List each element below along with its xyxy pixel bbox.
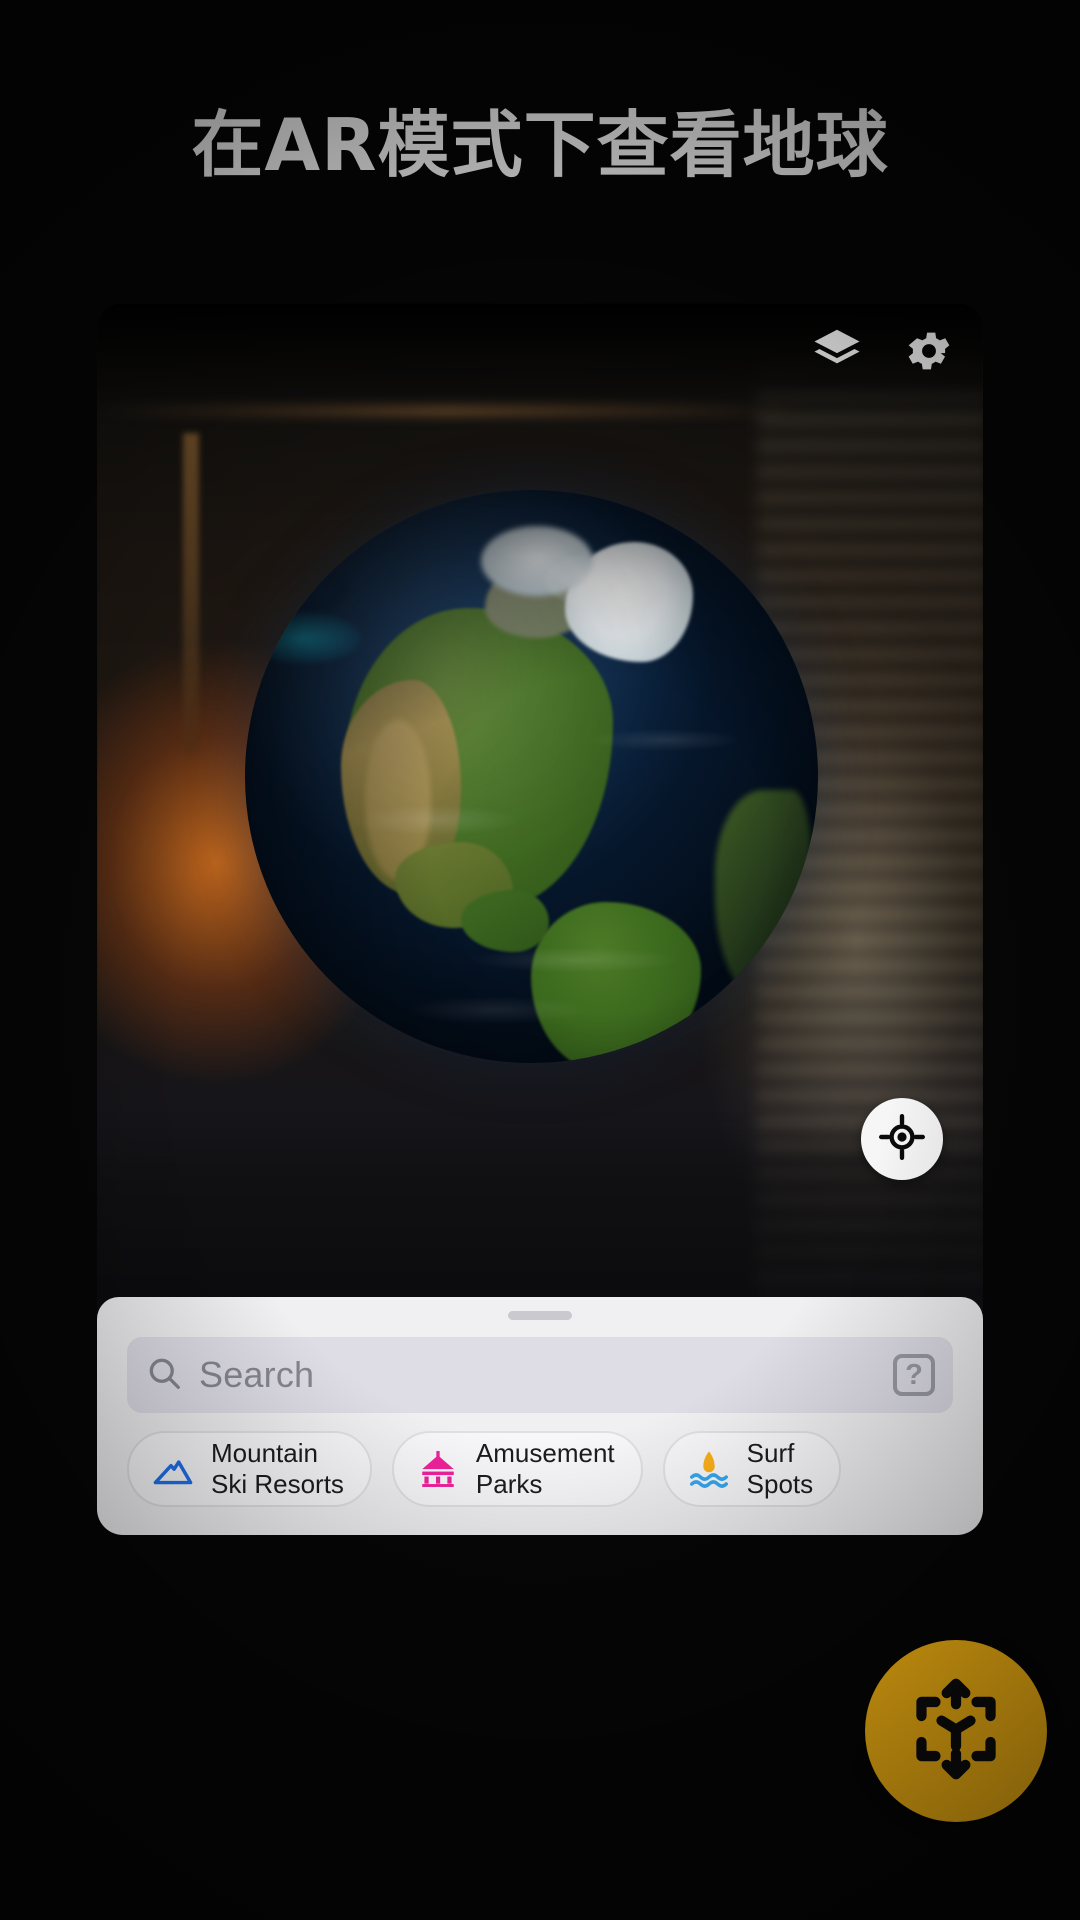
- sheet-drag-handle[interactable]: [508, 1311, 572, 1320]
- search-icon: [145, 1354, 183, 1397]
- search-input[interactable]: Search: [199, 1354, 877, 1396]
- mountain-icon: [151, 1447, 195, 1491]
- chip-label-line2: Spots: [746, 1469, 814, 1499]
- gear-icon[interactable]: [903, 325, 955, 377]
- crosshair-icon: [878, 1113, 926, 1166]
- device-mockup: mapbox Search: [97, 303, 983, 1535]
- ar-mode-button[interactable]: [865, 1640, 1047, 1822]
- surf-icon: [687, 1447, 731, 1491]
- map-control-bar: [811, 325, 955, 377]
- chip-label: Mountain Ski Resorts: [211, 1438, 344, 1499]
- chip-surf-spots[interactable]: Surf Spots: [662, 1431, 842, 1507]
- chip-label-line1: Mountain: [211, 1438, 318, 1469]
- globe-sphere: [245, 490, 818, 1063]
- chip-mountain-ski-resorts[interactable]: Mountain Ski Resorts: [127, 1431, 372, 1507]
- chip-label-line2: Parks: [475, 1469, 543, 1499]
- category-chip-list: Mountain Ski Resorts Amusement Parks Sur…: [127, 1431, 983, 1507]
- chip-amusement-parks[interactable]: Amusement Parks: [391, 1431, 643, 1507]
- page-title: 在AR模式下查看地球: [191, 103, 889, 187]
- layers-icon[interactable]: [811, 325, 863, 377]
- ar-cube-icon: [900, 1673, 1012, 1790]
- search-bar[interactable]: Search ?: [127, 1337, 953, 1413]
- carousel-icon: [416, 1447, 460, 1491]
- chip-label: Surf Spots: [747, 1438, 814, 1499]
- room-vertical-post: [183, 433, 199, 753]
- app-screenshot: 在AR模式下查看地球 Search ? Mountain Ski Resorts…: [0, 0, 1080, 1920]
- chip-label: Amusement Parks: [476, 1438, 615, 1499]
- chip-label-line1: Amusement: [475, 1438, 615, 1469]
- ar-globe[interactable]: [245, 490, 818, 1063]
- chip-label-line2: Ski Resorts: [211, 1469, 344, 1499]
- locate-button[interactable]: [861, 1098, 943, 1180]
- help-button[interactable]: ?: [893, 1354, 935, 1396]
- chip-label-line1: Surf: [746, 1438, 795, 1469]
- bottom-sheet: Search ? Mountain Ski Resorts Amusement …: [97, 1297, 983, 1535]
- globe-terminator-shading: [245, 490, 818, 1063]
